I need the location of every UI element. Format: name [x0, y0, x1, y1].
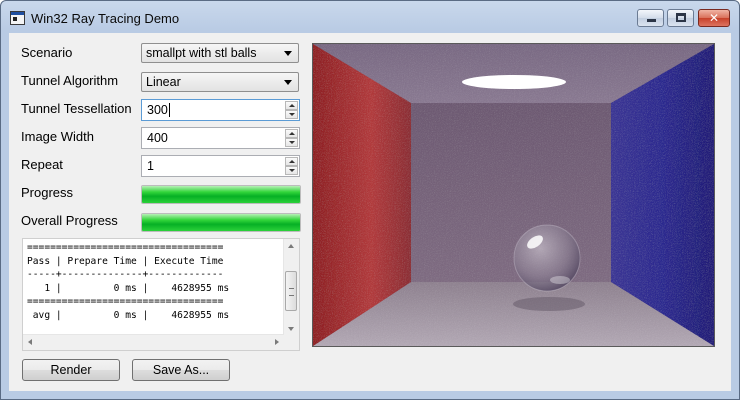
tunnel-tessellation-label: Tunnel Tessellation [21, 101, 132, 116]
progress-bar-fill [142, 186, 300, 203]
render-button[interactable]: Render [22, 359, 120, 381]
scroll-thumb[interactable] [285, 271, 297, 311]
tunnel-algorithm-label: Tunnel Algorithm [21, 73, 119, 88]
spin-down-button[interactable] [285, 138, 298, 147]
tunnel-algorithm-combobox[interactable]: Linear [141, 72, 299, 92]
chevron-down-icon [284, 51, 292, 56]
scroll-right-icon[interactable] [275, 339, 279, 345]
app-window: Win32 Ray Tracing Demo ✕ Scenario smallp… [0, 0, 740, 400]
title-bar[interactable]: Win32 Ray Tracing Demo ✕ [1, 1, 739, 33]
scroll-left-icon[interactable] [28, 339, 32, 345]
minimize-icon [647, 19, 656, 22]
overall-progress-bar [141, 213, 301, 232]
spin-down-button[interactable] [285, 166, 298, 175]
scroll-down-icon[interactable] [288, 327, 294, 331]
scenario-label: Scenario [21, 45, 73, 60]
text-caret [169, 103, 170, 117]
scroll-up-icon[interactable] [288, 244, 294, 248]
maximize-button[interactable] [667, 9, 694, 27]
client-area: Scenario smallpt with stl balls Tunnel A… [9, 33, 731, 391]
scenario-value: smallpt with stl balls [146, 46, 257, 60]
spin-up-button[interactable] [285, 129, 298, 138]
overall-progress-label: Overall Progress [21, 213, 118, 228]
progress-bar [141, 185, 301, 204]
tunnel-algorithm-value: Linear [146, 75, 181, 89]
image-width-value: 400 [147, 131, 168, 145]
vertical-scrollbar[interactable] [283, 239, 299, 336]
console-text: ================================== Pass … [27, 242, 230, 321]
minimize-button[interactable] [637, 9, 664, 27]
tunnel-tessellation-value: 300 [147, 103, 168, 117]
repeat-input[interactable]: 1 [141, 155, 300, 177]
image-width-input[interactable]: 400 [141, 127, 300, 149]
output-console[interactable]: ================================== Pass … [22, 238, 300, 351]
rendered-image [312, 43, 715, 347]
close-icon: ✕ [708, 11, 720, 25]
spin-up-button[interactable] [285, 157, 298, 166]
spin-up-button[interactable] [285, 101, 298, 110]
repeat-value: 1 [147, 159, 154, 173]
progress-label: Progress [21, 185, 74, 200]
app-icon [10, 11, 25, 25]
repeat-label: Repeat [21, 157, 63, 172]
cornell-box-render [313, 44, 714, 346]
scroll-corner [284, 335, 299, 350]
save-as-button[interactable]: Save As... [132, 359, 230, 381]
overall-progress-bar-fill [142, 214, 300, 231]
horizontal-scrollbar[interactable] [23, 334, 284, 350]
chevron-down-icon [284, 80, 292, 85]
tunnel-tessellation-input[interactable]: 300 [141, 99, 300, 121]
image-width-label: Image Width [21, 129, 94, 144]
window-title: Win32 Ray Tracing Demo [31, 11, 180, 26]
spin-down-button[interactable] [285, 110, 298, 119]
close-button[interactable]: ✕ [698, 9, 730, 27]
scenario-combobox[interactable]: smallpt with stl balls [141, 43, 299, 63]
maximize-icon [676, 13, 686, 22]
